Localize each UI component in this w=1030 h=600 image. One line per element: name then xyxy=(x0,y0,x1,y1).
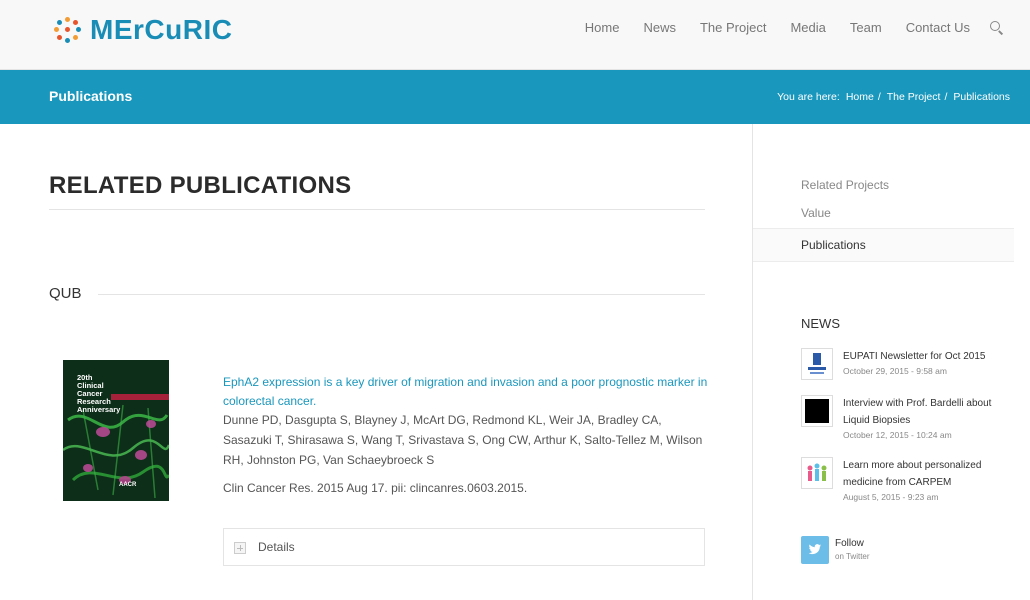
people-figures-icon[interactable] xyxy=(801,457,833,489)
news-title[interactable]: Interview with Prof. Bardelli about Liqu… xyxy=(843,395,1013,429)
site-header: MErCuRIC Home News The Project Media Tea… xyxy=(0,0,1030,70)
title-band: Publications You are here: Home / The Pr… xyxy=(0,70,1030,124)
logo-dots-icon xyxy=(54,16,82,44)
people-figures-art xyxy=(807,463,827,481)
cover-text: 20th Clinical Cancer Research Anniversar… xyxy=(77,373,121,414)
cover-stripe xyxy=(111,394,169,400)
related-publications-heading: RELATED PUBLICATIONS xyxy=(49,172,352,199)
breadcrumb-the-project[interactable]: The Project xyxy=(887,91,941,103)
twitter-follow-button[interactable] xyxy=(801,536,829,564)
video-thumbnail-icon[interactable] xyxy=(801,395,833,427)
details-toggle[interactable]: Details xyxy=(223,528,705,566)
breadcrumb: You are here: Home / The Project / Publi… xyxy=(773,91,1010,103)
divider xyxy=(49,209,705,210)
publication-citation: Clin Cancer Res. 2015 Aug 17. pii: clinc… xyxy=(223,481,528,495)
nav-the-project[interactable]: The Project xyxy=(700,20,766,35)
main-content: RELATED PUBLICATIONS QUB 20th Clinical C… xyxy=(0,124,752,600)
eupati-logo-icon[interactable] xyxy=(801,348,833,380)
breadcrumb-home[interactable]: Home xyxy=(846,91,874,103)
cover-brand: AACR xyxy=(119,482,137,488)
main-nav: Home News The Project Media Team Contact… xyxy=(561,20,1004,35)
news-title[interactable]: Learn more about personalized medicine f… xyxy=(843,457,1013,491)
sidebar-item-related-projects[interactable]: Related Projects xyxy=(801,178,889,192)
divider xyxy=(98,294,705,295)
journal-cover-image[interactable]: 20th Clinical Cancer Research Anniversar… xyxy=(63,360,169,501)
nav-team[interactable]: Team xyxy=(850,20,882,35)
logo-text: MErCuRIC xyxy=(90,14,233,45)
follow-sub-label: on Twitter xyxy=(835,552,870,561)
site-logo[interactable]: MErCuRIC xyxy=(54,14,232,46)
news-heading: NEWS xyxy=(801,316,840,331)
eupati-logo-icon-art xyxy=(808,353,826,374)
publication-authors: Dunne PD, Dasgupta S, Blayney J, McArt D… xyxy=(223,413,703,467)
nav-home[interactable]: Home xyxy=(585,20,620,35)
plus-icon xyxy=(234,542,246,554)
twitter-icon xyxy=(808,544,822,555)
breadcrumb-separator: / xyxy=(877,91,881,103)
publication-title-link[interactable]: EphA2 expression is a key driver of migr… xyxy=(223,373,713,411)
news-date: August 5, 2015 - 9:23 am xyxy=(843,492,939,502)
follow-label[interactable]: Follow xyxy=(835,538,864,549)
search-icon[interactable] xyxy=(990,20,1004,35)
page-title: Publications xyxy=(49,88,133,104)
breadcrumb-prefix: You are here: xyxy=(777,91,840,103)
breadcrumb-publications: Publications xyxy=(953,91,1010,103)
sidebar: Related Projects Value Publications NEWS… xyxy=(752,124,1030,600)
sidebar-item-publications[interactable]: Publications xyxy=(801,238,866,252)
sidebar-item-value[interactable]: Value xyxy=(801,206,831,220)
breadcrumb-separator: / xyxy=(944,91,948,103)
nav-contact-us[interactable]: Contact Us xyxy=(906,20,970,35)
sidebar-active-highlight xyxy=(753,228,1014,262)
news-date: October 12, 2015 - 10:24 am xyxy=(843,430,952,440)
news-date: October 29, 2015 - 9:58 am xyxy=(843,366,947,376)
nav-media[interactable]: Media xyxy=(790,20,825,35)
nav-news[interactable]: News xyxy=(643,20,676,35)
news-title[interactable]: EUPATI Newsletter for Oct 2015 xyxy=(843,348,1013,365)
section-title-qub: QUB xyxy=(49,285,82,302)
details-label: Details xyxy=(258,540,295,554)
